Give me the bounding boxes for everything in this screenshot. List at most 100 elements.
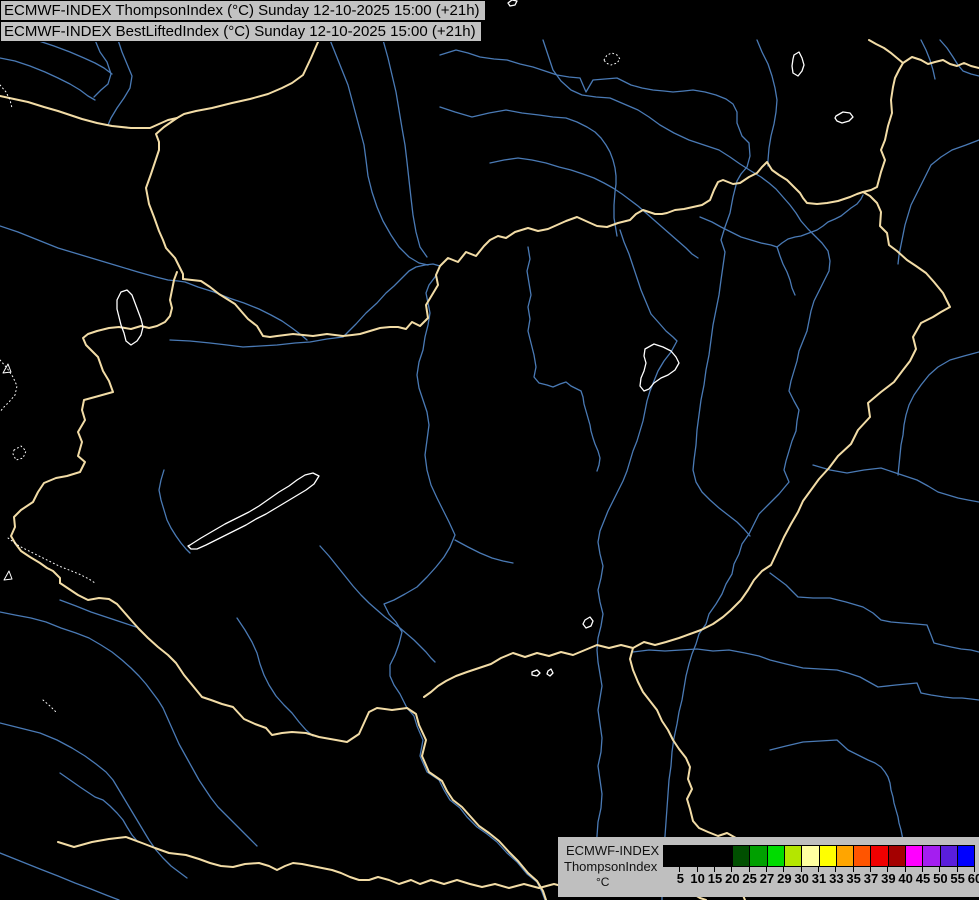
legend-tick-value: 50	[933, 871, 947, 886]
legend-color-cell	[699, 846, 716, 866]
border-ua-east	[903, 57, 979, 68]
dotted-border-left1	[0, 360, 17, 412]
legend-tick-value: 15	[708, 871, 722, 886]
river-maros	[633, 649, 979, 700]
legend-color-cell	[750, 846, 767, 866]
river-plain-b	[770, 573, 979, 652]
legend-tick-value: 37	[864, 871, 878, 886]
legend-color-cell	[871, 846, 888, 866]
peak-marker-2	[4, 571, 12, 580]
river-zala	[159, 470, 190, 553]
dotted-circle-ne	[604, 53, 620, 65]
river-topleft-d	[0, 58, 95, 100]
legend-foreground: ECMWF-INDEX ThompsonIndex °C 5 10 152025 27…	[558, 837, 979, 897]
river-topleft-b	[108, 40, 132, 125]
legend-tick-value: 39	[881, 871, 895, 886]
river-second-horizontal	[440, 107, 617, 236]
legend-tick-value: 45	[916, 871, 930, 886]
legend-tick-value: 5	[677, 871, 684, 886]
river-ne-parallel	[700, 195, 863, 247]
lake-sc-small1	[583, 617, 593, 628]
legend-tick-value: 60	[968, 871, 979, 886]
river-right-350	[898, 352, 979, 475]
legend-tick-value: 40	[898, 871, 912, 886]
legend-tick-value: 25	[742, 871, 756, 886]
peak-marker-1	[3, 364, 11, 373]
river-nitra	[383, 40, 427, 257]
map-canvas	[0, 0, 979, 900]
river-danube-south	[384, 266, 455, 708]
river-tisza-lake	[595, 230, 677, 874]
legend-color-cell	[768, 846, 785, 866]
legend-tick-value: 55	[950, 871, 964, 886]
river-ne-stream	[757, 40, 777, 166]
legend-tick-value: 29	[777, 871, 791, 886]
lake-top-small	[508, 0, 517, 6]
legend-color-cell	[785, 846, 802, 866]
river-upper-horizontal	[440, 50, 750, 167]
legend-color-cell	[664, 846, 681, 866]
river-sio	[320, 546, 435, 662]
weather-map-page: ECMWF-INDEX ThompsonIndex °C 5 10 152025 27…	[0, 0, 979, 900]
river-danube-lower	[407, 708, 545, 900]
border-hr-hu-drava	[60, 583, 407, 742]
border-cz-sk-top	[177, 42, 318, 118]
legend-index-label: ThompsonIndex	[564, 859, 657, 874]
legend-tick-value: 27	[760, 871, 774, 886]
dotted-sw-small	[43, 700, 56, 712]
river-bednja	[237, 618, 313, 736]
border-sk-hu-east	[440, 162, 863, 266]
border-at-cz-west	[0, 96, 177, 128]
legend-color-cell	[889, 846, 906, 866]
legend-color-cell	[820, 846, 837, 866]
border-hu-west-to-danube	[183, 266, 440, 337]
river-ipel	[490, 158, 698, 258]
river-ne-branch	[777, 247, 795, 295]
border-at-hu-north	[146, 118, 183, 279]
legend-tick-value: 31	[812, 871, 826, 886]
river-topleft-a	[94, 40, 111, 97]
legend-color-cell	[837, 846, 854, 866]
legend-color-cell	[958, 846, 974, 866]
border-ua-hu	[863, 40, 903, 192]
river-west-720	[0, 723, 187, 878]
river-plain-a	[813, 465, 979, 502]
river-west-680	[0, 612, 257, 846]
river-zagyva	[527, 247, 600, 471]
legend-tick-value: 20	[725, 871, 739, 886]
river-ne-corner2	[921, 40, 935, 79]
dotted-border-si-hr	[8, 538, 95, 583]
legend-tick-value: 10	[690, 871, 704, 886]
lake-sc-small2	[532, 670, 540, 676]
dotted-border-left2	[13, 446, 26, 460]
map-title-line1: ECMWF-INDEX ThompsonIndex (°C) Sunday 12…	[0, 0, 486, 21]
river-hernad-tisza	[543, 40, 830, 900]
legend-tick-value: 33	[829, 871, 843, 886]
legend-unit-label: °C	[596, 875, 609, 889]
river-right-mid	[898, 140, 979, 264]
river-slavonia	[60, 773, 138, 842]
legend-color-cell	[923, 846, 940, 866]
lake-ne-small1	[792, 52, 804, 76]
border-at-hu-si-west	[11, 272, 177, 583]
legend-tick-value: 30	[794, 871, 808, 886]
river-ne-corner1	[940, 40, 979, 76]
river-mid-tributary	[455, 540, 513, 563]
legend-color-cell	[802, 846, 819, 866]
legend-color-bar	[663, 845, 975, 867]
legend-color-cell	[941, 846, 958, 866]
lake-sc-small3	[547, 669, 553, 676]
lake-neusiedl	[117, 290, 143, 345]
river-bodrog	[693, 167, 750, 536]
river-raba	[0, 226, 307, 340]
lake-balaton	[188, 473, 319, 549]
legend-model-label: ECMWF-INDEX	[566, 843, 659, 858]
map-title-line2: ECMWF-INDEX BestLiftedIndex (°C) Sunday …	[0, 21, 482, 42]
border-ro-hu-long	[633, 192, 950, 648]
legend-tick-value: 35	[846, 871, 860, 886]
legend-color-cell	[854, 846, 871, 866]
legend-color-cell	[681, 846, 698, 866]
legend-color-cell	[716, 846, 733, 866]
legend-tick-labels: 51015202527293031333537394045505560	[663, 871, 975, 887]
river-vah	[330, 40, 428, 265]
